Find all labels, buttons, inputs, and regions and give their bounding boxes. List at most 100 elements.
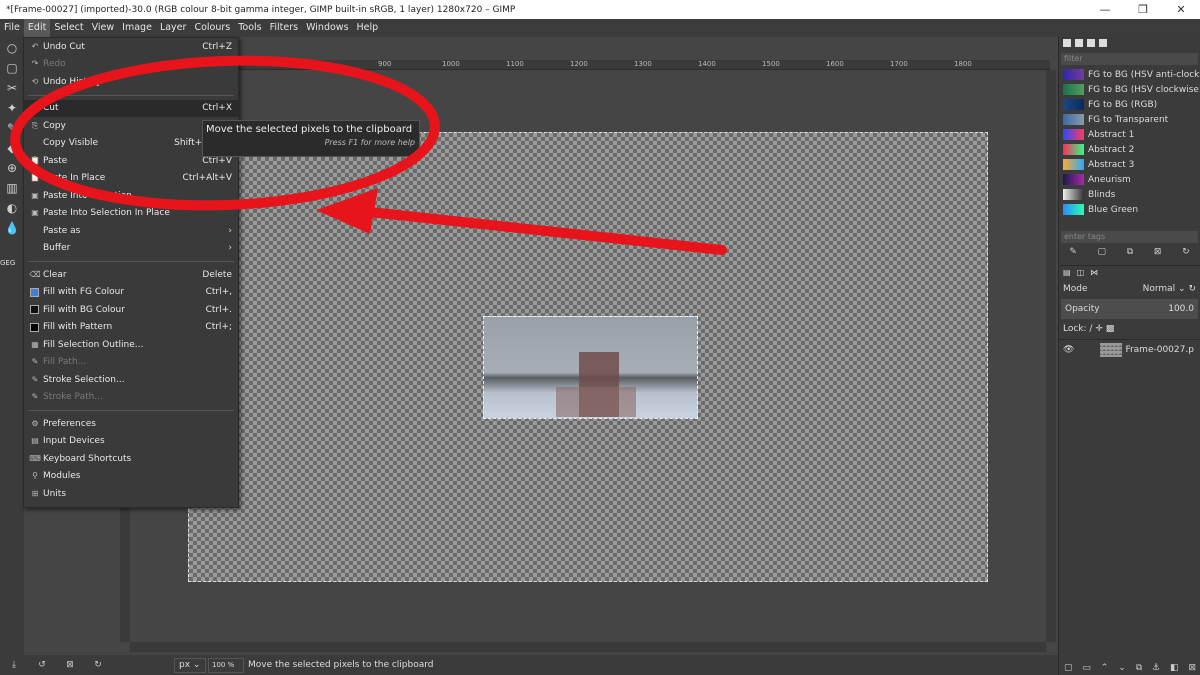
paint-icon[interactable]: ✎ bbox=[3, 119, 21, 137]
menu-item-fill-with-bg-colour[interactable]: Fill with BG Colour Ctrl+. bbox=[24, 301, 238, 319]
new-layer-icon[interactable]: ▢ bbox=[1064, 663, 1073, 673]
maximize-button[interactable]: ❐ bbox=[1124, 0, 1162, 19]
layer-dock-tabs[interactable]: ▤ ◫ ⋈ bbox=[1059, 265, 1200, 279]
gradient-item[interactable]: Abstract 3 bbox=[1059, 157, 1200, 172]
menu-item-keyboard-shortcuts[interactable]: ⌨ Keyboard Shortcuts bbox=[24, 450, 238, 468]
menu-view[interactable]: View bbox=[88, 19, 119, 37]
eye-icon[interactable]: 👁 bbox=[1063, 345, 1074, 355]
export-icon[interactable]: ⤓ bbox=[0, 660, 28, 670]
menu-file[interactable]: File bbox=[0, 19, 24, 37]
font-tab-icon[interactable] bbox=[1087, 39, 1095, 47]
menu-windows[interactable]: Windows bbox=[302, 19, 352, 37]
duplicate-layer-icon[interactable]: ⧉ bbox=[1136, 663, 1142, 673]
pattern-tab-icon[interactable] bbox=[1075, 39, 1083, 47]
menu-item-paste-into-selection-in-place[interactable]: ▣ Paste Into Selection In Place bbox=[24, 205, 238, 223]
gradient-tab-icon[interactable] bbox=[1099, 39, 1107, 47]
menu-image[interactable]: Image bbox=[118, 19, 156, 37]
duplicate-gradient-icon[interactable]: ⧉ bbox=[1127, 247, 1133, 261]
ruler-top[interactable]: 900 1000 1100 1200 1300 1400 1500 1600 1… bbox=[130, 60, 1050, 70]
lower-layer-icon[interactable]: ⌄ bbox=[1118, 663, 1126, 673]
paths-tab-icon[interactable]: ⋈ bbox=[1090, 268, 1098, 277]
menu-item-stroke-path[interactable]: ✎ Stroke Path... bbox=[24, 389, 238, 407]
gradient-filter-input[interactable]: filter bbox=[1061, 53, 1198, 65]
anchor-icon[interactable]: ⚓ bbox=[1152, 663, 1160, 673]
menu-edit[interactable]: Edit bbox=[23, 19, 51, 37]
channels-tab-icon[interactable]: ◫ bbox=[1077, 268, 1085, 277]
gradient-item[interactable]: Blinds bbox=[1059, 187, 1200, 202]
menu-item-input-devices[interactable]: ▤ Input Devices bbox=[24, 433, 238, 451]
delete-layer-icon[interactable]: ⊠ bbox=[1188, 663, 1196, 673]
smudge-icon[interactable]: 💧 bbox=[3, 219, 21, 237]
minimize-button[interactable]: — bbox=[1086, 0, 1124, 19]
bucket-icon[interactable]: ◆ bbox=[3, 139, 21, 157]
menu-item-cut[interactable]: ✂ Cut Ctrl+X bbox=[24, 99, 238, 117]
menu-item-undo-history[interactable]: ⟲ Undo History bbox=[24, 73, 238, 91]
menu-layer[interactable]: Layer bbox=[156, 19, 191, 37]
menu-item-redo[interactable]: ↷ Redo Ctrl+Y bbox=[24, 56, 238, 74]
layers-tab-icon[interactable]: ▤ bbox=[1063, 268, 1071, 277]
menu-item-paste-as[interactable]: Paste as › bbox=[24, 222, 238, 240]
mask-icon[interactable]: ◧ bbox=[1170, 663, 1179, 673]
paste-in-place-icon: 📋 bbox=[30, 173, 40, 183]
menu-item-paste-in-place[interactable]: 📋 Paste In Place Ctrl+Alt+V bbox=[24, 170, 238, 188]
new-gradient-icon[interactable]: ▢ bbox=[1098, 247, 1107, 261]
gradient-item[interactable]: FG to Transparent bbox=[1059, 112, 1200, 127]
scissors-select-icon[interactable]: ✂ bbox=[3, 79, 21, 97]
menu-item-modules[interactable]: ⚲ Modules bbox=[24, 468, 238, 486]
delete-gradient-icon[interactable]: ⊠ bbox=[1154, 247, 1162, 261]
close-button[interactable]: ✕ bbox=[1162, 0, 1200, 19]
raise-layer-icon[interactable]: ⌃ bbox=[1101, 663, 1109, 673]
menu-item-units[interactable]: ⊞ Units bbox=[24, 485, 238, 503]
gradient-item[interactable]: Abstract 1 bbox=[1059, 127, 1200, 142]
right-dock: filter FG to BG (HSV anti-clockwise)FG t… bbox=[1058, 37, 1200, 675]
menu-item-shortcut: Ctrl+. bbox=[205, 304, 232, 315]
gradient-item[interactable]: Abstract 2 bbox=[1059, 142, 1200, 157]
menu-help[interactable]: Help bbox=[353, 19, 383, 37]
menu-select[interactable]: Select bbox=[50, 19, 87, 37]
rect-select-icon[interactable]: ▢ bbox=[3, 59, 21, 77]
opacity-row[interactable]: Opacity 100.0 bbox=[1061, 299, 1198, 319]
refresh-gradient-icon[interactable]: ↻ bbox=[1182, 247, 1190, 261]
menu-item-preferences[interactable]: ⚙ Preferences bbox=[24, 415, 238, 433]
delete-icon[interactable]: ⊠ bbox=[56, 660, 84, 670]
horizontal-scrollbar[interactable] bbox=[130, 642, 1046, 652]
menu-colours[interactable]: Colours bbox=[190, 19, 234, 37]
brush-tab-icon[interactable] bbox=[1063, 39, 1071, 47]
gradient-item[interactable]: FG to BG (HSV clockwise) bbox=[1059, 82, 1200, 97]
dock-tabs[interactable] bbox=[1059, 37, 1200, 51]
gradient-item[interactable]: FG to BG (HSV anti-clockwise) bbox=[1059, 67, 1200, 82]
zoom-select[interactable]: 100 % ⌄ bbox=[208, 657, 244, 675]
menu-item-buffer[interactable]: Buffer › bbox=[24, 240, 238, 258]
menu-item-fill-with-fg-colour[interactable]: Fill with FG Colour Ctrl+, bbox=[24, 284, 238, 302]
reset-icon[interactable]: ↺ bbox=[28, 660, 56, 670]
fuzzy-select-icon[interactable]: ✦ bbox=[3, 99, 21, 117]
gradient-item[interactable]: FG to BG (RGB) bbox=[1059, 97, 1200, 112]
clone-icon[interactable]: ⊕ bbox=[3, 159, 21, 177]
menu-item-paste-into-selection[interactable]: ▣ Paste Into Selection bbox=[24, 187, 238, 205]
edit-gradient-icon[interactable]: ✎ bbox=[1069, 247, 1077, 261]
menu-item-fill-selection-outline[interactable]: ▦ Fill Selection Outline... bbox=[24, 336, 238, 354]
window-title: *[Frame-00027] (imported)-30.0 (RGB colo… bbox=[6, 4, 516, 15]
layer-row[interactable]: 👁 Frame-00027.p bbox=[1059, 339, 1200, 359]
gradient-item[interactable]: Aneurism bbox=[1059, 172, 1200, 187]
menu-item-clear[interactable]: ⌫ Clear Delete bbox=[24, 266, 238, 284]
lock-position-icon[interactable]: ✛ bbox=[1092, 324, 1103, 334]
menu-item-fill-path[interactable]: ✎ Fill Path... bbox=[24, 354, 238, 372]
menu-icon-placeholder bbox=[29, 137, 41, 149]
restore-icon[interactable]: ↻ bbox=[84, 660, 112, 670]
select-tool-icon[interactable]: ○ bbox=[3, 39, 21, 57]
dodge-icon[interactable]: ◐ bbox=[3, 199, 21, 217]
gradient-icon[interactable]: ▥ bbox=[3, 179, 21, 197]
gradient-item[interactable]: Blue Green bbox=[1059, 202, 1200, 217]
new-group-icon[interactable]: ▭ bbox=[1082, 663, 1091, 673]
menu-item-undo-cut[interactable]: ↶ Undo Cut Ctrl+Z bbox=[24, 38, 238, 56]
mode-select[interactable]: Normal ⌄ ↻ bbox=[1143, 284, 1196, 294]
menu-item-stroke-selection[interactable]: ✎ Stroke Selection... bbox=[24, 371, 238, 389]
menu-item-fill-with-pattern[interactable]: Fill with Pattern Ctrl+; bbox=[24, 319, 238, 337]
menu-tools[interactable]: Tools bbox=[234, 19, 265, 37]
vertical-scrollbar[interactable] bbox=[1046, 70, 1056, 642]
tags-input[interactable]: enter tags bbox=[1061, 231, 1198, 243]
unit-select[interactable]: px ⌄ bbox=[174, 657, 206, 673]
menu-filters[interactable]: Filters bbox=[266, 19, 302, 37]
lock-alpha-icon[interactable]: ▩ bbox=[1103, 324, 1115, 334]
